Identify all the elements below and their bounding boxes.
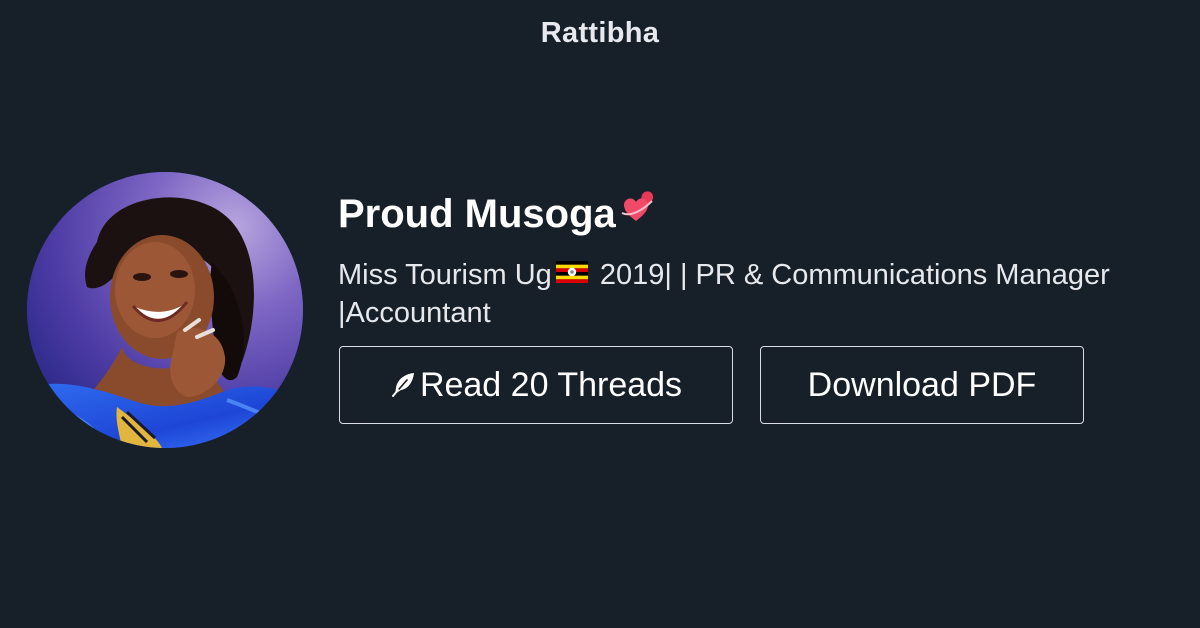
bio-text-start: Miss Tourism Ug (338, 259, 552, 291)
read-threads-button[interactable]: Read 20 Threads (339, 346, 733, 424)
download-pdf-button[interactable]: Download PDF (760, 346, 1084, 424)
profile-name: Proud Musoga (338, 190, 658, 238)
display-name: Proud Musoga (338, 192, 616, 236)
download-pdf-label: Download PDF (807, 365, 1037, 404)
two-hearts-icon (618, 187, 658, 238)
avatar (27, 172, 303, 448)
brand-title: Rattibha (540, 17, 660, 49)
feather-icon (390, 368, 418, 407)
avatar-photo (27, 172, 303, 448)
bio-text-end: 2019| | PR & Communications Manager (591, 259, 1110, 291)
profile-bio: Miss Tourism Ug 2019| | PR & Communicati… (338, 256, 1198, 332)
read-threads-label: Read 20 Threads (419, 365, 683, 404)
bio-text-line2: |Accountant (338, 297, 491, 329)
uganda-flag-icon (555, 255, 588, 293)
